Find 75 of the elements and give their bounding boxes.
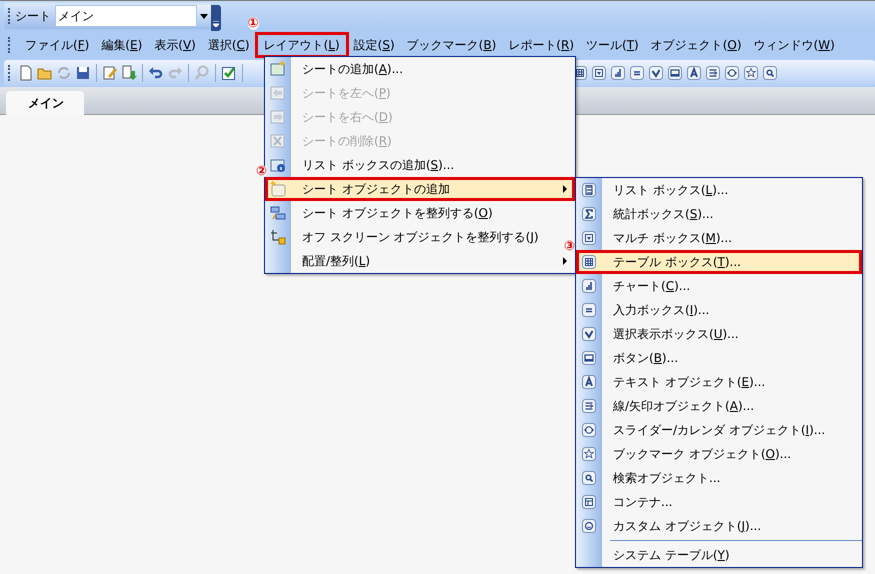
menu-item[interactable]: リスト ボックスの追加(S)... bbox=[265, 153, 563, 177]
menu-item[interactable]: ボタン(B)... bbox=[576, 346, 862, 370]
checkmark-icon[interactable] bbox=[648, 65, 664, 81]
menu-bar-item[interactable]: 選択(C) bbox=[202, 32, 256, 56]
arrange-icon bbox=[270, 205, 286, 221]
sheet-label: シート bbox=[15, 8, 51, 25]
menu-bar-item[interactable]: ファイル(F) bbox=[19, 32, 96, 56]
sheet-tab[interactable]: メイン bbox=[6, 91, 84, 115]
new-document-icon[interactable] bbox=[18, 65, 34, 81]
menu-item[interactable]: シート オブジェクトを整列する(O) bbox=[265, 201, 563, 225]
add-sheet-icon bbox=[270, 61, 286, 77]
import-icon[interactable] bbox=[121, 65, 137, 81]
add-object-icon bbox=[270, 181, 286, 197]
menu-item[interactable]: テキスト オブジェクト(E)... bbox=[576, 370, 862, 394]
bar-chart-icon bbox=[581, 278, 597, 294]
bar-chart-icon[interactable] bbox=[610, 65, 626, 81]
button-icon bbox=[581, 350, 597, 366]
letter-a-icon[interactable] bbox=[686, 65, 702, 81]
smiley-icon bbox=[581, 518, 597, 534]
input-box-icon[interactable] bbox=[629, 65, 645, 81]
checkmark-icon bbox=[581, 326, 597, 342]
menu-item[interactable]: シート オブジェクトの追加 bbox=[265, 177, 575, 201]
menu-bar-item[interactable]: ウィンドウ(W) bbox=[748, 32, 841, 56]
menu-item[interactable]: テーブル ボックス(T)... bbox=[576, 250, 862, 274]
toolbar-options-button[interactable] bbox=[211, 5, 221, 31]
menu-bar-item[interactable]: レポート(R) bbox=[502, 32, 580, 56]
input-box-icon bbox=[581, 302, 597, 318]
star-icon[interactable] bbox=[743, 65, 759, 81]
container-icon bbox=[581, 494, 597, 510]
info-sheet-icon bbox=[270, 157, 286, 173]
menu-bar-item[interactable]: 設定(S) bbox=[348, 32, 401, 56]
button-icon[interactable] bbox=[667, 65, 683, 81]
caret-icon bbox=[200, 14, 208, 18]
magnifier-icon[interactable] bbox=[762, 65, 778, 81]
delete-icon bbox=[270, 133, 286, 149]
multi-box-icon bbox=[581, 230, 597, 246]
menu-bar-item[interactable]: ブックマーク(B) bbox=[400, 32, 502, 56]
star-icon bbox=[581, 446, 597, 462]
edit-icon[interactable] bbox=[102, 65, 118, 81]
menu-bar-item[interactable]: 編集(E) bbox=[95, 32, 148, 56]
menu-bar-item[interactable]: レイアウト(L) bbox=[256, 32, 348, 56]
slider-icon[interactable] bbox=[724, 65, 740, 81]
checkbox-icon[interactable] bbox=[221, 65, 237, 81]
list-box-icon bbox=[581, 182, 597, 198]
undo-icon[interactable] bbox=[148, 65, 164, 81]
menu-item[interactable]: 配置/整列(L) bbox=[265, 249, 563, 273]
menu-item[interactable]: 線/矢印オブジェクト(A)... bbox=[576, 394, 862, 418]
multi-box-icon[interactable] bbox=[591, 65, 607, 81]
menu-bar-item[interactable]: オブジェクト(O) bbox=[644, 32, 748, 56]
magnifier-icon bbox=[581, 470, 597, 486]
offscreen-arrange-icon bbox=[270, 229, 286, 245]
grid-icon bbox=[581, 254, 597, 270]
menu-item[interactable]: マルチ ボックス(M)... bbox=[576, 226, 862, 250]
menu-bar-item[interactable]: 表示(V) bbox=[148, 32, 202, 56]
menu-item[interactable]: 選択表示ボックス(U)... bbox=[576, 322, 862, 346]
sigma-icon bbox=[581, 206, 597, 222]
menu-item[interactable]: 統計ボックス(S)... bbox=[576, 202, 862, 226]
menu-item[interactable]: リスト ボックス(L)... bbox=[576, 178, 862, 202]
menu-item[interactable]: コンテナ... bbox=[576, 490, 862, 514]
submenu-arrow-icon bbox=[563, 185, 567, 193]
menu-item[interactable]: スライダー/カレンダ オブジェクト(I)... bbox=[576, 418, 862, 442]
menu-item[interactable]: システム テーブル(Y) bbox=[576, 543, 862, 567]
menu-bar-item[interactable]: ツール(T) bbox=[580, 32, 645, 56]
slider-icon bbox=[581, 422, 597, 438]
menu-item[interactable]: チャート(C)... bbox=[576, 274, 862, 298]
menu-item[interactable]: オフ スクリーン オブジェクトを整列する(J) bbox=[265, 225, 563, 249]
menu-item[interactable]: カスタム オブジェクト(J)... bbox=[576, 514, 862, 538]
menu-item[interactable]: ブックマーク オブジェクト(O)... bbox=[576, 442, 862, 466]
submenu-arrow-icon bbox=[563, 257, 567, 265]
selected-sheet-value: メイン bbox=[58, 8, 94, 25]
chevron-icon bbox=[213, 21, 219, 27]
letter-a-icon bbox=[581, 374, 597, 390]
save-icon[interactable] bbox=[75, 65, 91, 81]
menu-item[interactable]: 入力ボックス(I)... bbox=[576, 298, 862, 322]
menu-item[interactable]: 検索オブジェクト... bbox=[576, 466, 862, 490]
